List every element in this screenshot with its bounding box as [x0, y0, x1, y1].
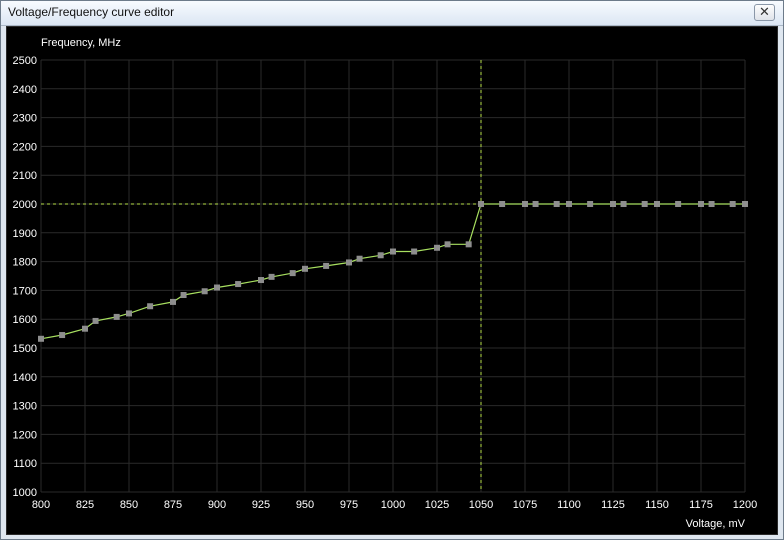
curve-point[interactable] — [641, 201, 648, 207]
x-tick-label: 1025 — [425, 499, 449, 511]
y-tick-label: 1900 — [13, 228, 37, 240]
curve-point[interactable] — [434, 244, 440, 251]
curve-point[interactable] — [532, 201, 539, 207]
x-tick-label: 850 — [120, 499, 138, 511]
x-tick-label: 925 — [252, 499, 270, 511]
curve-point[interactable] — [214, 284, 220, 291]
curve-point[interactable] — [302, 265, 308, 272]
x-tick-label: 1000 — [381, 499, 405, 511]
curve-point[interactable] — [729, 201, 736, 207]
curve-point[interactable] — [82, 325, 88, 332]
x-axis-label: Voltage, mV — [686, 518, 746, 530]
y-tick-label: 2300 — [13, 113, 37, 125]
curve-point[interactable] — [742, 201, 748, 207]
x-tick-label: 1075 — [513, 499, 537, 511]
y-axis-label: Frequency, MHz — [41, 37, 121, 49]
curve-point[interactable] — [38, 335, 44, 342]
x-tick-label: 1100 — [557, 499, 581, 511]
title-bar[interactable]: Voltage/Frequency curve editor ✕ — [1, 1, 783, 26]
curve-point[interactable] — [59, 332, 66, 339]
curve-point[interactable] — [356, 255, 363, 262]
y-tick-label: 1700 — [13, 285, 37, 297]
curve-point[interactable] — [444, 241, 451, 248]
y-tick-label: 1600 — [13, 314, 37, 326]
x-tick-label: 1200 — [733, 499, 757, 511]
x-tick-label: 825 — [76, 499, 94, 511]
curve-point[interactable] — [289, 270, 296, 277]
curve-editor-window: Voltage/Frequency curve editor ✕ 1000 110… — [0, 0, 784, 540]
y-tick-labels: 1000 1100 1200 1300 1400 1500 1600 1700 1800 1900… — [13, 55, 37, 499]
x-tick-label: 975 — [340, 499, 358, 511]
y-tick-label: 1200 — [13, 429, 37, 441]
y-tick-label: 1100 — [13, 458, 37, 470]
curve-point[interactable] — [522, 201, 528, 207]
y-tick-label: 2100 — [13, 170, 37, 182]
curve-point[interactable] — [566, 201, 572, 207]
x-tick-label: 1150 — [645, 499, 669, 511]
curve-point[interactable] — [411, 248, 418, 255]
curve-point[interactable] — [708, 201, 715, 207]
curve-point[interactable] — [113, 313, 120, 320]
curve-point[interactable] — [201, 288, 208, 295]
close-button[interactable]: ✕ — [754, 4, 775, 21]
x-tick-label: 900 — [208, 499, 226, 511]
curve-point[interactable] — [587, 201, 594, 207]
curve-point[interactable] — [499, 201, 506, 207]
curve-point[interactable] — [126, 310, 132, 317]
y-tick-label: 2400 — [13, 84, 37, 96]
curve-point[interactable] — [180, 292, 187, 299]
x-tick-label: 1175 — [689, 499, 713, 511]
curve-point[interactable] — [323, 262, 330, 269]
curve-point[interactable] — [170, 298, 176, 305]
x-tick-label: 950 — [296, 499, 314, 511]
y-tick-label: 1000 — [13, 487, 37, 499]
y-tick-label: 2500 — [13, 55, 37, 67]
x-tick-label: 1125 — [601, 499, 625, 511]
curve-point[interactable] — [390, 248, 396, 255]
y-tick-label: 2200 — [13, 141, 37, 153]
y-tick-label: 1800 — [13, 257, 37, 269]
curve-point[interactable] — [675, 201, 682, 207]
close-icon: ✕ — [759, 4, 770, 19]
curve-point[interactable] — [478, 201, 484, 207]
curve-point[interactable] — [465, 241, 472, 248]
y-tick-label: 1400 — [13, 372, 37, 384]
curve-point[interactable] — [268, 273, 275, 280]
curve-point[interactable] — [553, 201, 560, 207]
curve-point[interactable] — [610, 201, 616, 207]
y-tick-label: 1500 — [13, 343, 37, 355]
curve-point[interactable] — [92, 317, 99, 324]
curve-point[interactable] — [620, 201, 627, 207]
x-tick-label: 800 — [32, 499, 50, 511]
curve-point[interactable] — [235, 281, 242, 288]
y-tick-label: 2000 — [13, 199, 37, 211]
window-title: Voltage/Frequency curve editor — [8, 5, 175, 19]
curve-point[interactable] — [698, 201, 704, 207]
curve-point[interactable] — [346, 259, 352, 266]
curve-point[interactable] — [147, 303, 154, 310]
chart-area[interactable]: 1000 1100 1200 1300 1400 1500 1600 1700 1800 1900… — [6, 26, 778, 535]
vf-curve-chart[interactable]: 1000 1100 1200 1300 1400 1500 1600 1700 1800 1900… — [7, 27, 777, 534]
x-tick-label: 875 — [164, 499, 182, 511]
y-tick-label: 1300 — [13, 401, 37, 413]
curve-point[interactable] — [258, 277, 264, 284]
x-tick-labels: 800 825 850 875 900 925 950 975 1000 1025 1050 1075… — [32, 499, 757, 511]
curve-point[interactable] — [654, 201, 660, 207]
x-tick-label: 1050 — [469, 499, 493, 511]
grid — [40, 59, 746, 493]
curve-point[interactable] — [377, 252, 384, 259]
